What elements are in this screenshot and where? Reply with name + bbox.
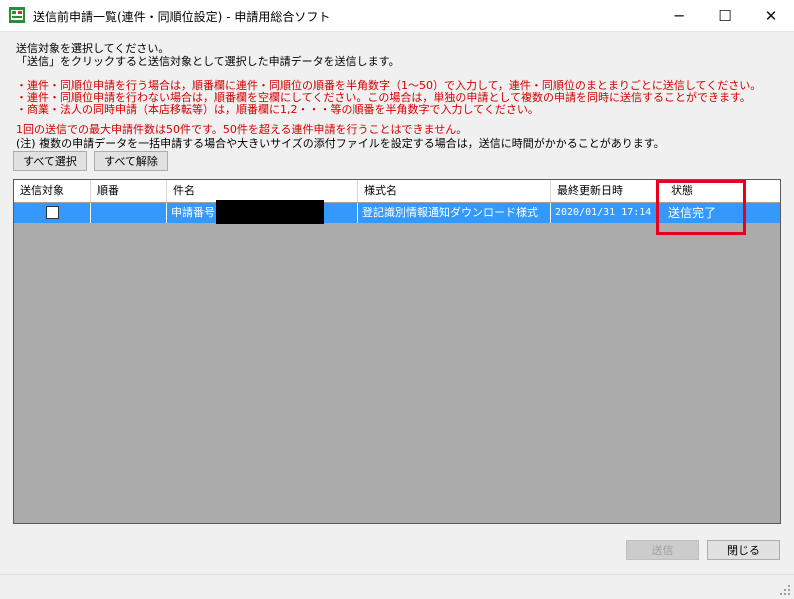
- send-target-cell: [14, 203, 91, 223]
- send-button[interactable]: 送信: [626, 540, 699, 560]
- column-header-last-updated[interactable]: 最終更新日時: [551, 180, 659, 202]
- last-updated-cell: 2020/01/31 17:14: [551, 203, 659, 223]
- redaction-box: [216, 200, 324, 224]
- select-all-button[interactable]: すべて選択: [13, 151, 87, 171]
- column-header-send-target[interactable]: 送信対象: [14, 180, 91, 202]
- notice-line-3: ・商業・法人の同時申請（本店移転等）は，順番欄に1,2・・・等の順番を半角数字で…: [16, 103, 539, 116]
- deselect-all-button[interactable]: すべて解除: [94, 151, 168, 171]
- close-button[interactable]: 閉じる: [707, 540, 780, 560]
- instruction-line-2: 「送信」をクリックすると送信対象として選択した申請データを送信します。: [16, 55, 400, 68]
- subject-text: 申請番号: [171, 206, 215, 219]
- minimize-button[interactable]: ─: [656, 0, 702, 31]
- title-bar: 送信前申請一覧(連件・同順位設定) - 申請用総合ソフト ─ ☐ ✕: [0, 0, 794, 32]
- note-line: (注) 複数の申請データを一括申請する場合や大きいサイズの添付ファイルを設定する…: [16, 137, 665, 150]
- subject-cell: 申請番号: [167, 200, 358, 224]
- send-target-checkbox[interactable]: [46, 206, 59, 219]
- column-header-form-name[interactable]: 様式名: [358, 180, 551, 202]
- resize-grip-icon[interactable]: [780, 585, 790, 595]
- close-window-button[interactable]: ✕: [748, 0, 794, 31]
- form-name-cell: 登記識別情報通知ダウンロード様式: [358, 203, 551, 223]
- window-title: 送信前申請一覧(連件・同順位設定) - 申請用総合ソフト: [33, 10, 331, 24]
- annotation-highlight-box: [656, 180, 746, 235]
- order-cell[interactable]: [91, 203, 167, 223]
- column-header-subject[interactable]: 件名: [167, 180, 358, 202]
- app-icon: [9, 7, 25, 23]
- notice-line-4: 1回の送信での最大申請件数は50件です。50件を超える連件申請を行うことはできま…: [16, 123, 468, 136]
- column-header-order[interactable]: 順番: [91, 180, 167, 202]
- maximize-button[interactable]: ☐: [702, 0, 748, 31]
- status-bar: [0, 574, 794, 599]
- instruction-line-1: 送信対象を選択してください。: [16, 42, 170, 55]
